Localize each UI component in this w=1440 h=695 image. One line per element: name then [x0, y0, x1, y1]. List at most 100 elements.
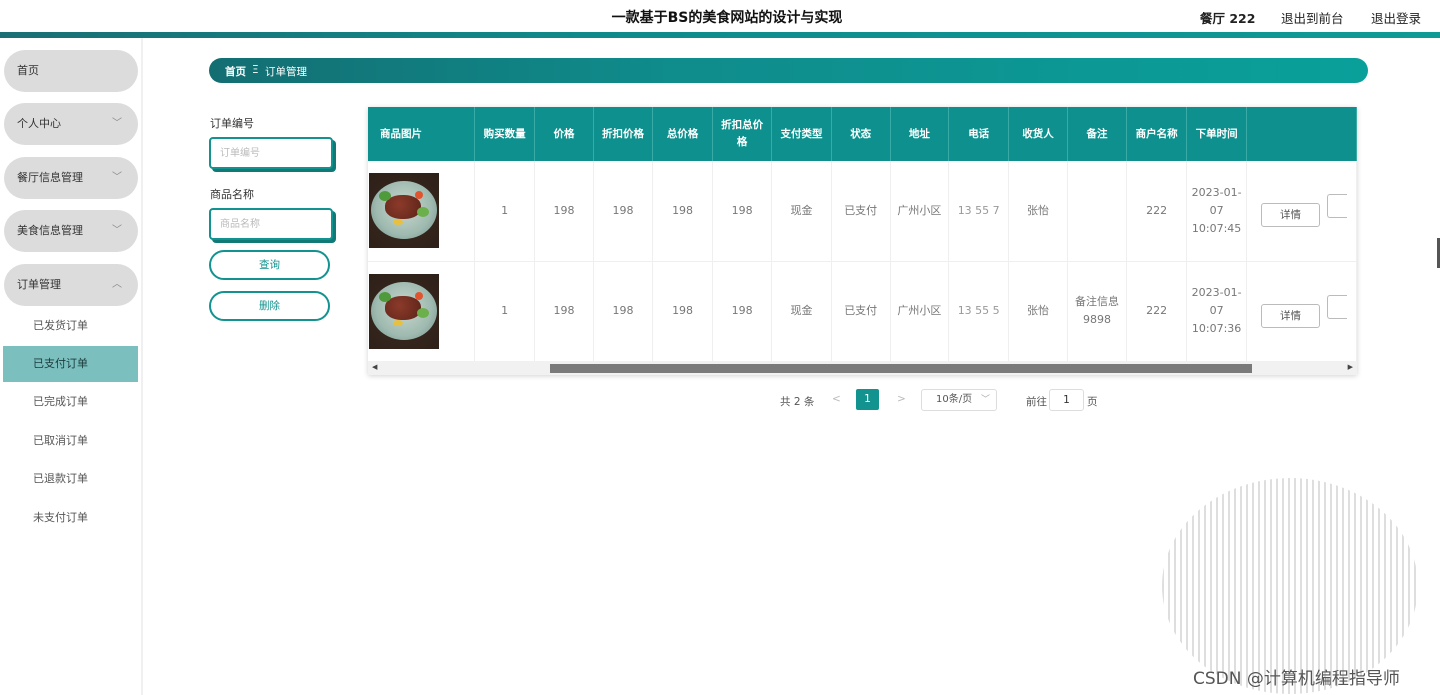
sidebar-item-label: 订单管理 [17, 278, 61, 291]
sidebar-item-label: 餐厅信息管理 [17, 171, 83, 184]
column-header: 下单时间 [1186, 107, 1248, 161]
qty-cell: 1 [474, 161, 535, 262]
receiver-cell: 张怡 [1008, 161, 1068, 262]
scrollbar-thumb[interactable] [550, 364, 1252, 373]
chevron-up-icon: ︿ [112, 279, 122, 290]
order-no-label: 订单编号 [210, 117, 254, 130]
product-name-input[interactable] [209, 208, 333, 240]
row-action-button[interactable] [1327, 194, 1348, 219]
sidebar: 首页 个人中心 ﹀ 餐厅信息管理 ﹀ 美食信息管理 ﹀ 订单管理 ︿ 已发货订单… [0, 38, 143, 695]
chevron-down-icon: ﹀ [112, 172, 122, 183]
chevron-down-icon: ﹀ [980, 395, 990, 405]
chevron-down-icon: ﹀ [112, 225, 122, 236]
page-size-select[interactable]: 10条/页 ﹀ [921, 389, 997, 411]
next-page-button[interactable]: > [897, 393, 906, 405]
breadcrumb-separator: Ξ [252, 64, 259, 76]
pay-type-cell: 现金 [771, 161, 832, 262]
sidebar-item-label: 首页 [17, 64, 39, 77]
column-header: 折扣价格 [593, 107, 654, 161]
table-row: 1 198 198 198 198 现金 已支付 广州小区 13 55 5 张怡… [368, 261, 1357, 362]
table-row: 1 198 198 198 198 现金 已支付 广州小区 13 55 7 张怡… [368, 161, 1357, 262]
breadcrumb-current: 订单管理 [265, 66, 307, 78]
chevron-down-icon: ﹀ [112, 118, 122, 129]
order-time-cell: 2023-01-07 10:07:45 [1186, 161, 1248, 262]
food-image [369, 273, 439, 349]
scroll-right-icon[interactable]: ▶ [1348, 363, 1353, 371]
column-header: 支付类型 [771, 107, 832, 161]
page-number-button[interactable]: 1 [856, 389, 879, 410]
actions-cell: 详情 [1246, 261, 1357, 362]
column-header: 地址 [890, 107, 950, 161]
sidebar-subitem-refunded-orders[interactable]: 已退款订单 [3, 461, 138, 497]
sidebar-subitem-shipped-orders[interactable]: 已发货订单 [3, 308, 138, 344]
phone-cell: 13 55 7 [948, 161, 1010, 262]
horizontal-scrollbar[interactable]: ◀ ▶ [368, 361, 1357, 375]
prev-page-button[interactable]: < [832, 393, 841, 405]
remark-cell [1067, 161, 1128, 262]
goto-page-input[interactable] [1049, 389, 1084, 411]
discount-total-cell: 198 [712, 261, 773, 362]
sidebar-item-food-info[interactable]: 美食信息管理 ﹀ [4, 210, 138, 252]
order-no-input[interactable] [209, 137, 333, 169]
sidebar-item-label: 个人中心 [17, 117, 61, 130]
sidebar-item-home[interactable]: 首页 [4, 50, 138, 92]
exit-to-front-link[interactable]: 退出到前台 [1281, 8, 1344, 27]
discount-total-cell: 198 [712, 161, 773, 262]
price-cell: 198 [534, 261, 595, 362]
breadcrumb-home[interactable]: 首页 [225, 64, 246, 79]
merchant-cell: 222 [1126, 261, 1188, 362]
page-size-value: 10条/页 [936, 394, 973, 405]
sidebar-item-order-management[interactable]: 订单管理 ︿ [4, 264, 138, 306]
page-unit-label: 页 [1087, 396, 1098, 408]
current-user: 餐厅 222 [1200, 11, 1256, 26]
detail-button[interactable]: 详情 [1261, 203, 1321, 228]
breadcrumb: 首页 Ξ 订单管理 [209, 58, 1368, 83]
logout-link[interactable]: 退出登录 [1371, 8, 1421, 27]
goto-label: 前往 [1026, 396, 1047, 408]
sidebar-subitem-paid-orders[interactable]: 已支付订单 [3, 346, 138, 382]
scroll-left-icon[interactable]: ◀ [372, 363, 377, 371]
orders-table: 商品图片 购买数量 价格 折扣价格 总价格 折扣总价格 支付类型 状态 地址 电… [368, 107, 1357, 375]
column-header: 收货人 [1008, 107, 1068, 161]
discount-price-cell: 198 [593, 161, 654, 262]
sidebar-item-label: 美食信息管理 [17, 224, 83, 237]
sidebar-subitem-label: 已支付订单 [33, 357, 88, 370]
product-image-cell [368, 161, 476, 262]
merchant-cell: 222 [1126, 161, 1188, 262]
food-image [369, 173, 439, 249]
actions-cell: 详情 [1246, 161, 1357, 262]
column-header: 商品图片 [368, 107, 476, 161]
watermark: CSDN @计算机编程指导师 [1193, 669, 1400, 689]
total-cell: 198 [652, 161, 714, 262]
header-accent-bar [0, 32, 1440, 38]
column-header: 购买数量 [474, 107, 535, 161]
column-header-actions [1246, 107, 1357, 161]
address-cell: 广州小区 [890, 161, 950, 262]
column-header: 状态 [831, 107, 891, 161]
detail-button[interactable]: 详情 [1261, 303, 1321, 328]
product-name-label: 商品名称 [210, 188, 254, 201]
order-time-cell: 2023-01-07 10:07:36 [1186, 261, 1248, 362]
table-header-row: 商品图片 购买数量 价格 折扣价格 总价格 折扣总价格 支付类型 状态 地址 电… [368, 107, 1357, 161]
sidebar-item-restaurant-info[interactable]: 餐厅信息管理 ﹀ [4, 157, 138, 199]
row-action-button[interactable] [1327, 294, 1348, 319]
pagination-total: 共 2 条 [780, 396, 815, 408]
phone-cell: 13 55 5 [948, 261, 1010, 362]
sidebar-item-personal-center[interactable]: 个人中心 ﹀ [4, 103, 138, 145]
column-header: 备注 [1067, 107, 1128, 161]
column-header: 价格 [534, 107, 595, 161]
product-image-cell [368, 261, 476, 362]
status-cell: 已支付 [831, 261, 891, 362]
status-cell: 已支付 [831, 161, 891, 262]
sidebar-subitem-unpaid-orders[interactable]: 未支付订单 [3, 500, 138, 536]
sidebar-subitem-completed-orders[interactable]: 已完成订单 [3, 384, 138, 420]
column-header: 折扣总价格 [712, 107, 773, 161]
address-cell: 广州小区 [890, 261, 950, 362]
query-button[interactable]: 查询 [209, 250, 330, 280]
top-header: 一款基于BS的美食网站的设计与实现 餐厅 222 退出到前台 退出登录 [0, 0, 1440, 34]
column-header: 总价格 [652, 107, 714, 161]
sidebar-subitem-cancelled-orders[interactable]: 已取消订单 [3, 423, 138, 459]
column-header: 电话 [948, 107, 1010, 161]
delete-button[interactable]: 删除 [209, 291, 330, 321]
decorative-striped-circle [1162, 478, 1418, 694]
